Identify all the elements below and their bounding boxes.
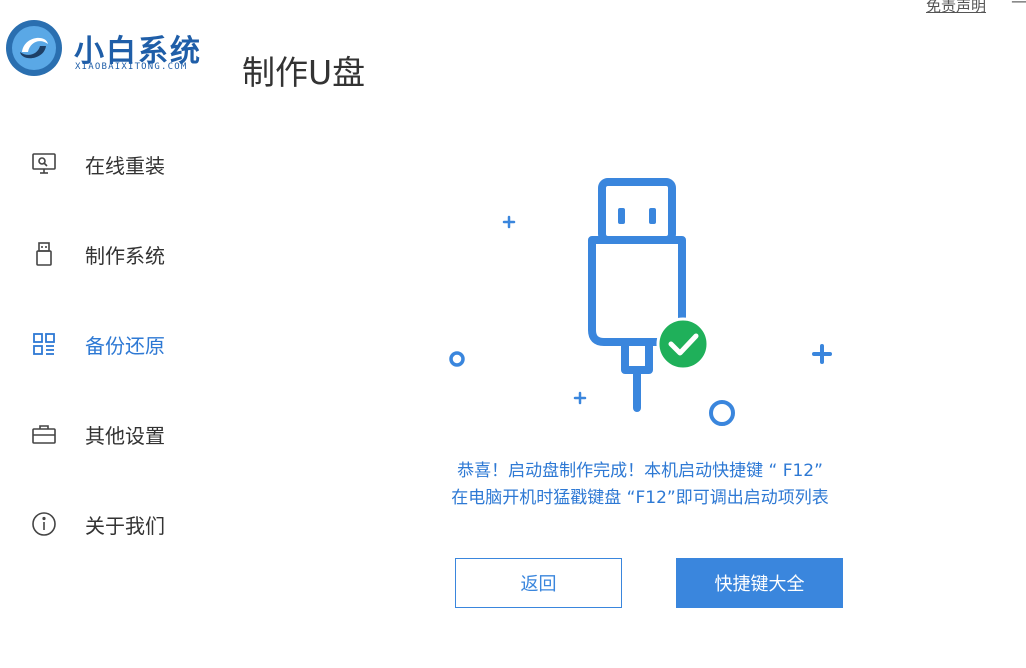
success-message-line2: 在电脑开机时猛戳键盘 “F12”即可调出启动项列表 — [451, 488, 829, 508]
usb-drive-icon — [30, 240, 58, 268]
sidebar-item-label: 关于我们 — [85, 513, 165, 538]
decor-plus-icon — [502, 215, 832, 405]
page-title: 制作U盘 — [242, 53, 366, 92]
disclaimer-link[interactable]: 免责声明 — [926, 0, 986, 16]
briefcase-icon — [30, 420, 58, 448]
info-icon — [30, 510, 58, 538]
logo-icon — [6, 20, 62, 76]
hotkeys-button[interactable]: 快捷键大全 — [676, 558, 843, 608]
minimize-button[interactable]: — — [1011, 0, 1026, 12]
sidebar-item-about-us[interactable]: 关于我们 — [30, 504, 210, 544]
app-logo: 小白系统 XIAOBAIXITONG.COM — [4, 18, 234, 84]
usb-success-illustration — [449, 178, 832, 426]
grid-icon — [30, 330, 58, 358]
sidebar-item-label: 备份还原 — [85, 333, 165, 358]
sidebar-item-label: 其他设置 — [85, 423, 165, 448]
sidebar-item-online-reinstall[interactable]: 在线重装 — [30, 144, 210, 184]
back-button[interactable]: 返回 — [455, 558, 622, 608]
usb-cable-icon — [588, 178, 686, 412]
sidebar-item-backup-restore[interactable]: 备份还原 — [30, 324, 210, 364]
success-message-line1: 恭喜！启动盘制作完成！本机启动快捷键 “ F12” — [457, 461, 823, 481]
monitor-icon — [30, 150, 58, 178]
sidebar-item-label: 在线重装 — [85, 153, 165, 178]
sidebar-item-label: 制作系统 — [85, 243, 165, 268]
logo-subtitle: XIAOBAIXITONG.COM — [75, 62, 188, 72]
check-success-icon — [656, 317, 710, 371]
sidebar-item-make-system[interactable]: 制作系统 — [30, 234, 210, 274]
sidebar-item-other-settings[interactable]: 其他设置 — [30, 414, 210, 454]
